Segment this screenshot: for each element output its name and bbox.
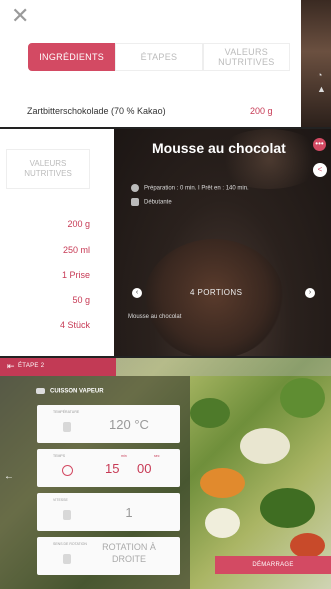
ingredients-panel: ✕ INGRÉDIENTS ÉTAPES VALEURS NUTRITIVES … (0, 0, 331, 129)
portions-label: 4 PORTIONS (190, 288, 243, 297)
chef-hat-icon (131, 198, 139, 206)
minutes-unit: min (121, 454, 127, 458)
speed-icon (63, 510, 71, 520)
arrow-left-icon[interactable]: ← (4, 471, 14, 482)
temperature-card[interactable]: TEMPÉRATURE 120 °C (37, 405, 180, 443)
step-header (0, 358, 331, 376)
speed-value: 1 (125, 505, 133, 520)
thermometer-icon (63, 422, 71, 432)
tab-bar: INGRÉDIENTS ÉTAPES VALEURS NUTRITIVES (28, 43, 290, 71)
tab-nutrition[interactable]: VALEURS NUTRITIVES (202, 43, 290, 71)
clock-icon (131, 184, 139, 192)
back-arrow-icon[interactable]: ⇤ (7, 361, 15, 372)
difficulty: Débutante (131, 198, 172, 206)
chevron-left-icon[interactable]: ‹ (132, 288, 142, 298)
share-icon[interactable]: < (313, 163, 327, 177)
seconds-unit: sec (154, 454, 160, 458)
rotation-icon (63, 554, 71, 564)
temperature-label: TEMPÉRATURE (53, 410, 80, 414)
temperature-value: 120 °C (109, 417, 149, 432)
tab-nutrition[interactable]: VALEURS NUTRITIVES (6, 149, 90, 189)
recipe-photo: ◔ ▲ (301, 0, 331, 129)
speed-card[interactable]: VITESSE 1 (37, 493, 180, 531)
chevron-right-icon[interactable]: › (305, 288, 315, 298)
recipe-photo (114, 129, 331, 358)
prep-time: Préparation : 0 min. I Prêt en : 140 min… (131, 184, 249, 192)
rotation-card[interactable]: SENS DE ROTATION ROTATION À DROITE (37, 537, 180, 575)
cooking-step-panel: ⇤ ÉTAPE 2 CUISSON VAPEUR TEMPÉRATURE 120… (0, 358, 331, 589)
time-card[interactable]: TEMPS 15 min 00 sec (37, 449, 180, 487)
start-button[interactable]: DÉMARRAGE (215, 556, 331, 574)
rotation-value: ROTATION À DROITE (102, 542, 156, 564)
timer-icon (62, 465, 73, 476)
time-label: TEMPS (53, 454, 66, 458)
step-label: ÉTAPE 2 (18, 363, 45, 369)
quantity-item: 250 ml (62, 245, 90, 255)
time-minutes: 15 (105, 461, 120, 476)
quantity-item: 50 g (72, 295, 90, 305)
ingredient-quantity: 200 g (250, 106, 273, 116)
speed-label: VITESSE (53, 498, 68, 502)
image-caption: Mousse au chocolat (128, 314, 182, 320)
quantity-item: 4 Stück (59, 320, 90, 330)
chef-hat-icon: ▲ (317, 84, 326, 94)
clock-icon: ◔ (317, 70, 323, 80)
steam-icon (36, 388, 45, 394)
more-dots-icon[interactable]: ••• (313, 138, 326, 151)
tab-ingredients[interactable]: INGRÉDIENTS (28, 43, 116, 71)
tab-steps[interactable]: ÉTAPES (115, 43, 203, 71)
time-seconds: 00 (137, 461, 152, 476)
quantity-item: 1 Prise (61, 270, 90, 280)
recipe-overview-panel: VALEURS NUTRITIVES 200 g 250 ml 1 Prise … (0, 129, 331, 358)
ingredient-name: Zartbitterschokolade (70 % Kakao) (27, 106, 166, 116)
close-icon[interactable]: ✕ (11, 5, 29, 27)
ingredient-quantity-list: VALEURS NUTRITIVES 200 g 250 ml 1 Prise … (0, 129, 114, 358)
cooking-mode: CUISSON VAPEUR (36, 388, 104, 395)
rotation-label: SENS DE ROTATION (53, 542, 87, 546)
quantity-item: 200 g (67, 219, 90, 229)
recipe-title: Mousse au chocolat (152, 140, 286, 156)
